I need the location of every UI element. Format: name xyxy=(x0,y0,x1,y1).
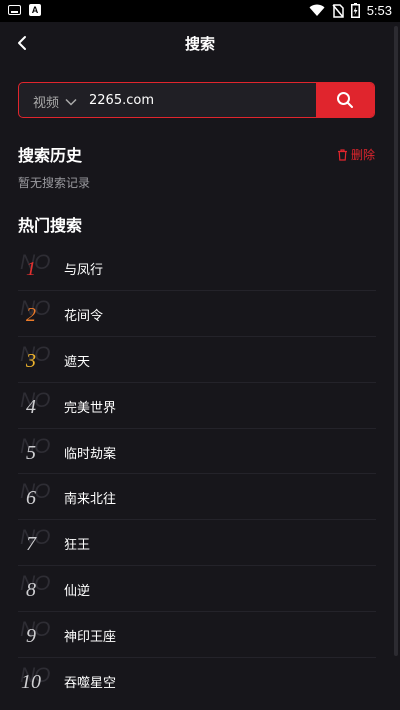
search-button[interactable] xyxy=(316,83,374,117)
status-time: 5:53 xyxy=(366,3,392,18)
history-empty-text: 暂无搜索记录 xyxy=(18,176,91,190)
page-title: 搜索 xyxy=(184,35,215,53)
hot-item-name: 吞噬星空 xyxy=(64,676,117,692)
search-input[interactable] xyxy=(89,83,309,117)
hot-item[interactable]: NO 10 吞噬星空 xyxy=(18,658,376,704)
search-type-dropdown[interactable]: 视频 xyxy=(33,92,77,111)
hot-item-name: 南来北往 xyxy=(64,492,117,508)
hot-item-name: 遮天 xyxy=(64,354,91,370)
hot-item[interactable]: NO 4 完美世界 xyxy=(18,383,376,429)
hot-item-name: 与凤行 xyxy=(64,263,104,278)
no-sim-icon xyxy=(332,3,344,18)
search-bar: 视频 xyxy=(18,82,375,118)
hot-item-name: 完美世界 xyxy=(64,400,117,416)
rank-number: 6 xyxy=(26,487,36,510)
hot-item-name: 仙逆 xyxy=(64,584,91,600)
hot-item[interactable]: NO 9 神印王座 xyxy=(18,612,376,659)
battery-icon xyxy=(350,3,360,18)
keyboard-icon xyxy=(8,5,21,15)
trash-icon xyxy=(337,148,347,161)
delete-label: 删除 xyxy=(350,148,375,162)
rank-number: 10 xyxy=(21,671,41,694)
hot-title: 热门搜索 xyxy=(18,216,83,235)
rank-number: 8 xyxy=(26,579,36,602)
hot-item[interactable]: NO 2 花间令 xyxy=(18,291,376,337)
hot-item-name: 狂王 xyxy=(64,538,91,554)
rank-number: 5 xyxy=(26,441,36,464)
hot-item-name: 花间令 xyxy=(64,308,104,324)
delete-history-button[interactable]: 删除 xyxy=(337,146,375,163)
hot-item[interactable]: NO 3 遮天 xyxy=(18,337,376,383)
hot-item[interactable]: NO 6 南来北往 xyxy=(18,474,376,521)
hot-item[interactable]: NO 8 仙逆 xyxy=(18,566,376,613)
rank-number: 3 xyxy=(26,349,36,372)
rank-number: 2 xyxy=(26,303,36,326)
wifi-icon xyxy=(309,4,325,16)
rank-number: 1 xyxy=(26,258,36,280)
chevron-down-icon xyxy=(65,98,77,106)
search-icon xyxy=(337,92,353,108)
hot-item[interactable]: NO 1 与凤行 xyxy=(18,245,376,291)
hot-list: NO 1 与凤行 NO 2 花间令 NO 3 遮天 NO 4 完美世界 NO 5… xyxy=(18,245,376,704)
search-type-label: 视频 xyxy=(33,96,60,111)
scrollbar[interactable] xyxy=(394,26,398,656)
rank-number: 9 xyxy=(26,625,36,648)
rank-number: 4 xyxy=(26,395,36,418)
hot-item-name: 神印王座 xyxy=(64,630,117,646)
hot-item[interactable]: NO 5 临时劫案 xyxy=(18,429,376,475)
hot-item-name: 临时劫案 xyxy=(64,446,117,462)
header: 搜索 xyxy=(0,22,400,64)
history-title: 搜索历史 xyxy=(18,146,83,165)
a-icon: A xyxy=(29,4,41,16)
rank-number: 7 xyxy=(26,533,36,556)
hot-item[interactable]: NO 7 狂王 xyxy=(18,520,376,567)
status-bar: A 5:53 xyxy=(0,0,400,22)
